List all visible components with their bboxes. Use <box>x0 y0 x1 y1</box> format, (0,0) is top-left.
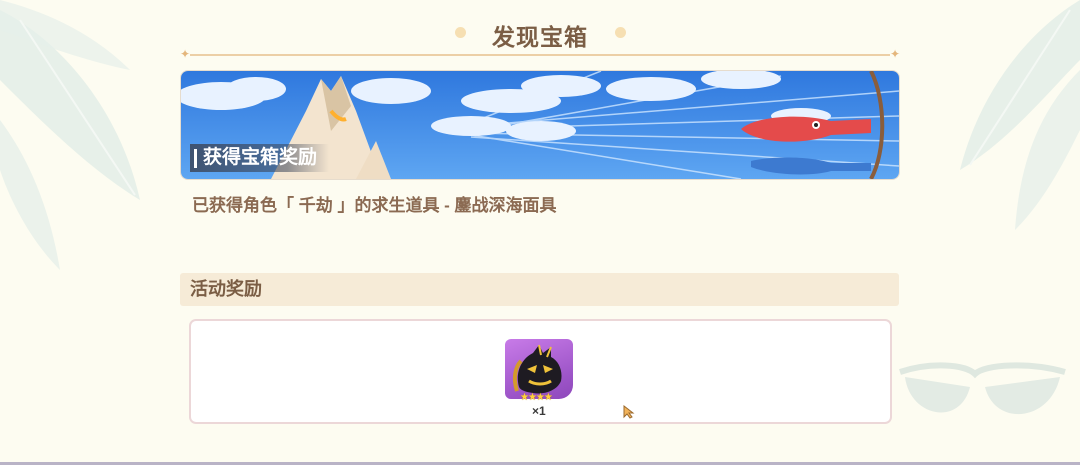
reward-item-mask[interactable] <box>505 339 573 399</box>
banner-label-text: 获得宝箱奖励 <box>203 147 318 168</box>
popup-title: 发现宝箱 <box>492 24 588 50</box>
popup-title-bar: 发现宝箱 ✦ ✦ <box>180 14 900 64</box>
reward-description: 已获得角色「 千劫 」的求生道具 - 鏖战深海面具 <box>192 196 557 215</box>
section-header-event-rewards: 活动奖励 <box>180 273 899 306</box>
title-divider <box>190 54 890 56</box>
banner-label: 获得宝箱奖励 <box>190 144 330 172</box>
sunglasses-decoration <box>899 362 1066 415</box>
label-bar-icon <box>194 148 197 168</box>
palm-leaf-decoration-right <box>960 0 1080 230</box>
item-count: ×1 <box>532 404 546 418</box>
mouse-cursor-icon <box>623 405 635 419</box>
sparkle-icon-right: ✦ <box>889 47 900 61</box>
dark-armor-mask-icon <box>512 344 562 394</box>
section-header-label: 活动奖励 <box>190 279 262 299</box>
rarity-stars: ★★★★ <box>520 392 553 403</box>
sparkle-icon-left: ✦ <box>180 47 191 61</box>
